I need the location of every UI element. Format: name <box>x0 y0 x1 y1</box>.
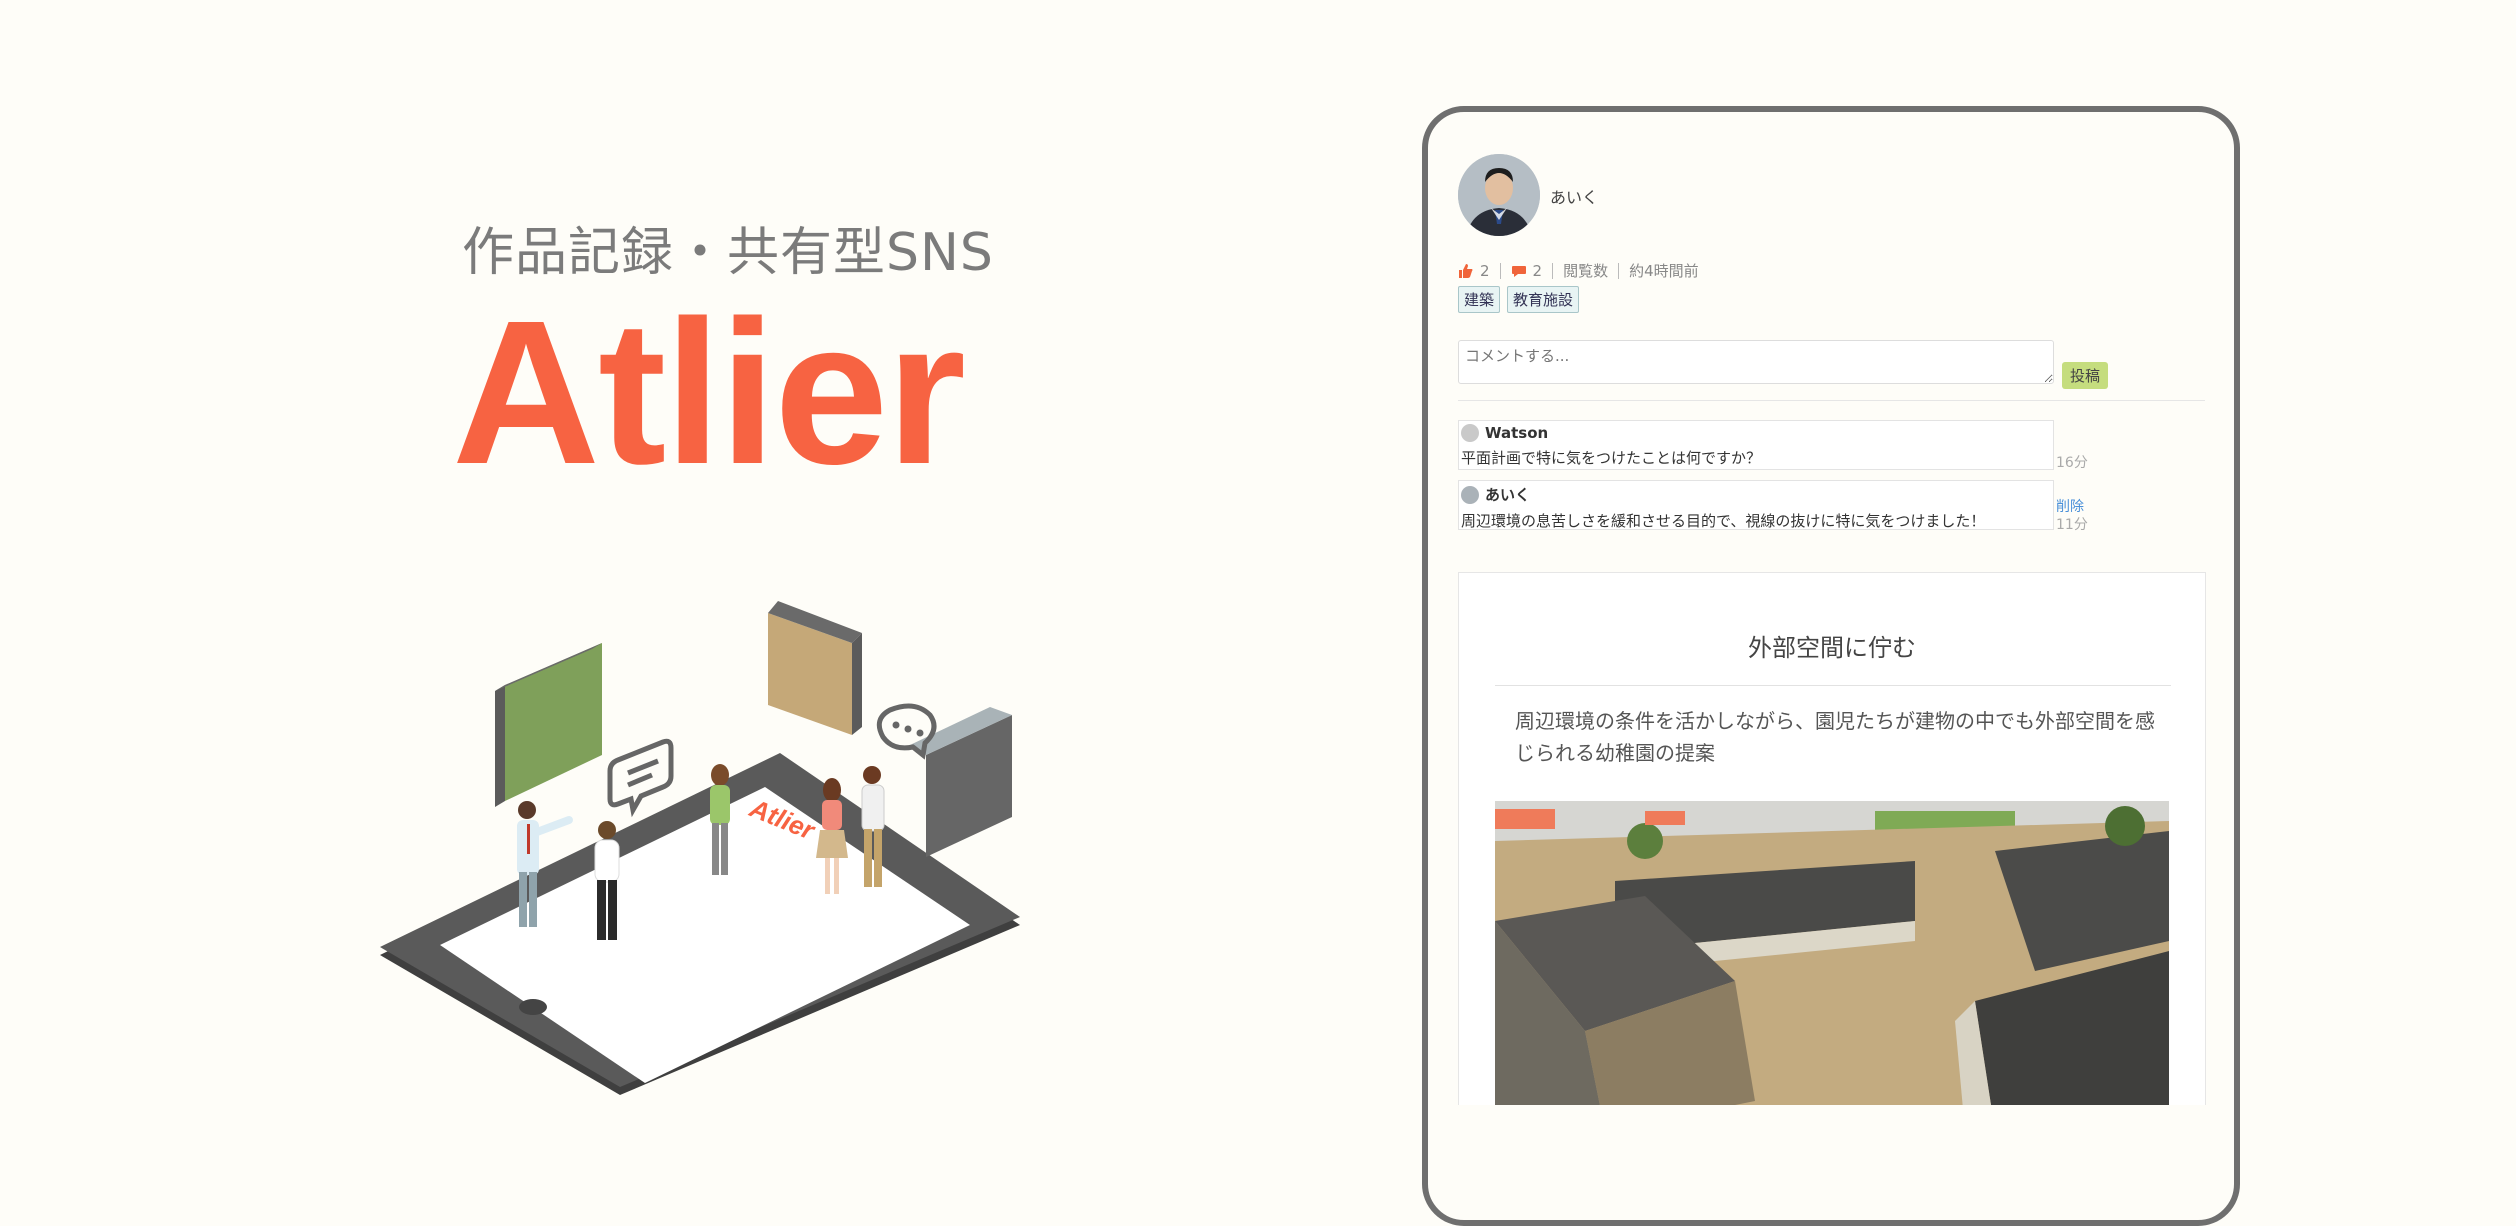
delete-comment-link[interactable]: 削除 <box>2056 496 2084 516</box>
divider <box>1495 685 2171 686</box>
work-description: 周辺環境の条件を活かしながら、園児たちが建物の中でも外部空間を感じられる幼稚園の… <box>1515 709 2155 765</box>
app-screen: あいく 2 2 閲覧数 約4時間前 建築 教育施設 投稿 <box>1428 112 2234 1105</box>
work-card: 外部空間に佇む 周辺環境の条件を活かしながら、園児たちが建物の中でも外部空間を感… <box>1458 572 2206 1105</box>
work-photo[interactable] <box>1495 801 2169 1105</box>
tablet-frame: あいく 2 2 閲覧数 約4時間前 建築 教育施設 投稿 <box>1422 106 2240 1226</box>
meta-separator <box>1499 262 1501 279</box>
work-title: 外部空間に佇む <box>1748 634 1916 662</box>
speech-bubble-icon[interactable] <box>1511 263 1527 279</box>
thumbs-up-icon[interactable] <box>1458 263 1474 279</box>
avatar-photo <box>1458 154 1540 236</box>
posted-time: 約4時間前 <box>1629 262 1699 280</box>
green-panel-illust <box>505 643 602 801</box>
comment-text: 平面計画で特に気をつけたことは何ですか？ <box>1461 449 1762 467</box>
hero-illustration: Atlier <box>380 601 1020 1095</box>
divider <box>1458 400 2205 401</box>
comment-input[interactable] <box>1458 340 2054 384</box>
commenter-avatar[interactable] <box>1461 485 1479 504</box>
comment-time: 16分 <box>2056 455 2088 471</box>
comment-item: Watson 平面計画で特に気をつけたことは何ですか？ <box>1458 420 2054 470</box>
comment-count: 2 <box>1532 261 1543 280</box>
user-avatar[interactable] <box>1458 154 1540 236</box>
username[interactable]: あいく <box>1550 184 1598 208</box>
comment-text: 周辺環境の息苦しさを緩和させる目的で、視線の抜けに特に気をつけました！ <box>1461 512 1986 530</box>
comment-author[interactable]: Watson <box>1485 424 1548 442</box>
comment-author[interactable]: あいく <box>1485 484 1530 505</box>
views-label: 閲覧数 <box>1563 262 1609 280</box>
tablet-home-button-illust <box>519 999 547 1015</box>
chat-bubble-icon <box>607 738 674 818</box>
hero-subtitle: 作品記録・共有型SNS <box>462 223 994 283</box>
hero-title: Atlier <box>452 278 966 507</box>
comment-item: あいく 周辺環境の息苦しさを緩和させる目的で、視線の抜けに特に気をつけました！ <box>1458 480 2054 530</box>
like-count: 2 <box>1480 261 1490 280</box>
post-meta: 2 2 閲覧数 約4時間前 <box>1458 260 1699 281</box>
kindergarten-render-image <box>1495 801 2169 1105</box>
tag-list: 建築 教育施設 <box>1458 286 1580 313</box>
post-comment-button[interactable]: 投稿 <box>2062 362 2109 389</box>
tag-architecture[interactable]: 建築 <box>1458 286 1501 313</box>
comment-time: 11分 <box>2056 517 2088 533</box>
meta-separator <box>1618 262 1620 279</box>
tag-education[interactable]: 教育施設 <box>1507 286 1580 313</box>
commenter-avatar[interactable] <box>1461 424 1479 442</box>
meta-separator <box>1552 262 1554 279</box>
